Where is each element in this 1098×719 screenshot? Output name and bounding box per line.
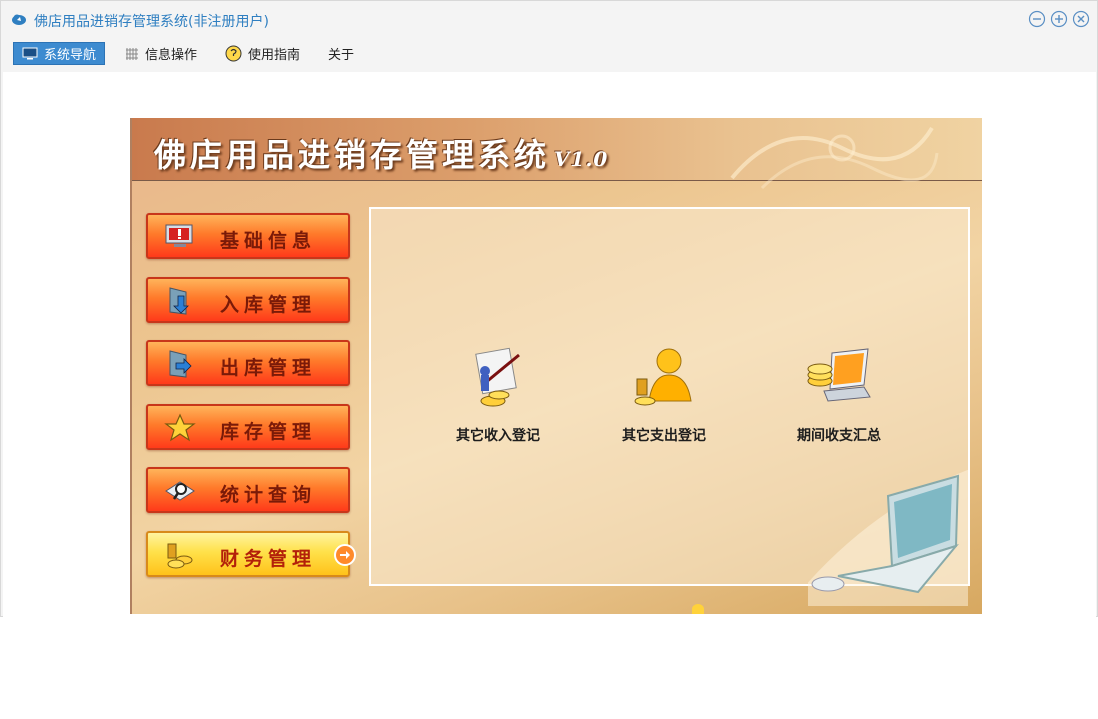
outbound-door-icon bbox=[169, 350, 192, 378]
arrow-right-icon bbox=[334, 544, 356, 566]
decorative-swirl-icon bbox=[730, 126, 939, 190]
main-window: 佛店用品进销存管理系统(非注册用户) 系统导航 信息操作 使用指南 关于 佛店用… bbox=[0, 0, 1098, 617]
menu-info-ops[interactable]: 信息操作 bbox=[125, 42, 197, 65]
laptop-decoration-icon bbox=[808, 469, 968, 606]
sidebar-item-label: 库存管理 bbox=[220, 421, 317, 443]
sidebar-item-label: 入库管理 bbox=[220, 294, 317, 316]
func-other-expense[interactable]: 其它支出登记 bbox=[599, 345, 729, 445]
banner-title-text: 佛店用品进销存管理系统 bbox=[154, 136, 551, 174]
sidebar-item-basic-info[interactable]: 基础信息 bbox=[146, 213, 350, 259]
func-period-summary[interactable]: 期间收支汇总 bbox=[774, 345, 904, 445]
app-cloud-icon bbox=[12, 14, 26, 25]
monitor-icon bbox=[22, 47, 38, 60]
period-summary-icon bbox=[807, 348, 871, 402]
function-label: 其它支出登记 bbox=[622, 428, 706, 444]
menu-bar: 系统导航 信息操作 使用指南 关于 bbox=[1, 39, 1097, 71]
sidebar-item-label: 财务管理 bbox=[220, 548, 317, 570]
close-icon[interactable] bbox=[1072, 10, 1090, 28]
minimize-icon[interactable] bbox=[1028, 10, 1046, 28]
sidebar-item-label: 出库管理 bbox=[220, 357, 317, 379]
sidebar-item-finance[interactable]: 财务管理 bbox=[146, 531, 356, 577]
function-label: 期间收支汇总 bbox=[797, 428, 881, 444]
function-label: 其它收入登记 bbox=[456, 428, 540, 444]
banner-header: 佛店用品进销存管理系统 V1.0 bbox=[132, 118, 982, 190]
sidebar-item-statistics[interactable]: 统计查询 bbox=[146, 467, 350, 513]
sidebar-item-inbound[interactable]: 入库管理 bbox=[146, 277, 350, 323]
lightbulb-icon bbox=[225, 45, 242, 62]
menu-about[interactable]: 关于 bbox=[328, 42, 354, 65]
window-title: 佛店用品进销存管理系统(非注册用户) bbox=[34, 14, 269, 30]
navigation-banner: 佛店用品进销存管理系统 V1.0 基础信息 入库管理 出库管理 库存管理 统计查… bbox=[130, 118, 982, 614]
menu-label: 使用指南 bbox=[248, 48, 301, 63]
content-area: 佛店用品进销存管理系统 V1.0 基础信息 入库管理 出库管理 库存管理 统计查… bbox=[3, 72, 1096, 617]
coin-decoration-icon bbox=[692, 604, 704, 614]
grid-icon bbox=[125, 47, 139, 61]
menu-system-nav[interactable]: 系统导航 bbox=[13, 42, 105, 65]
income-record-icon bbox=[475, 347, 520, 407]
menu-label: 关于 bbox=[328, 48, 355, 63]
menu-user-guide[interactable]: 使用指南 bbox=[225, 42, 300, 65]
inbound-door-icon bbox=[169, 287, 189, 315]
menu-label: 系统导航 bbox=[44, 48, 97, 63]
sidebar-item-inventory[interactable]: 库存管理 bbox=[146, 404, 350, 450]
sidebar-item-label: 基础信息 bbox=[220, 230, 317, 252]
banner-title: 佛店用品进销存管理系统 V1.0 bbox=[154, 130, 608, 176]
star-icon bbox=[164, 413, 196, 442]
gold-coins-icon bbox=[167, 543, 193, 569]
window-controls bbox=[1028, 10, 1090, 28]
monitor-alert-icon bbox=[165, 224, 193, 247]
sidebar-item-outbound[interactable]: 出库管理 bbox=[146, 340, 350, 386]
maximize-icon[interactable] bbox=[1050, 10, 1068, 28]
title-bar[interactable]: 佛店用品进销存管理系统(非注册用户) bbox=[1, 1, 1097, 37]
sidebar-item-label: 统计查询 bbox=[220, 484, 317, 506]
expense-record-icon bbox=[634, 348, 692, 406]
magnifier-icon bbox=[165, 481, 195, 501]
banner-version: V1.0 bbox=[554, 147, 609, 171]
func-other-income[interactable]: 其它收入登记 bbox=[433, 345, 563, 445]
menu-label: 信息操作 bbox=[145, 48, 198, 63]
